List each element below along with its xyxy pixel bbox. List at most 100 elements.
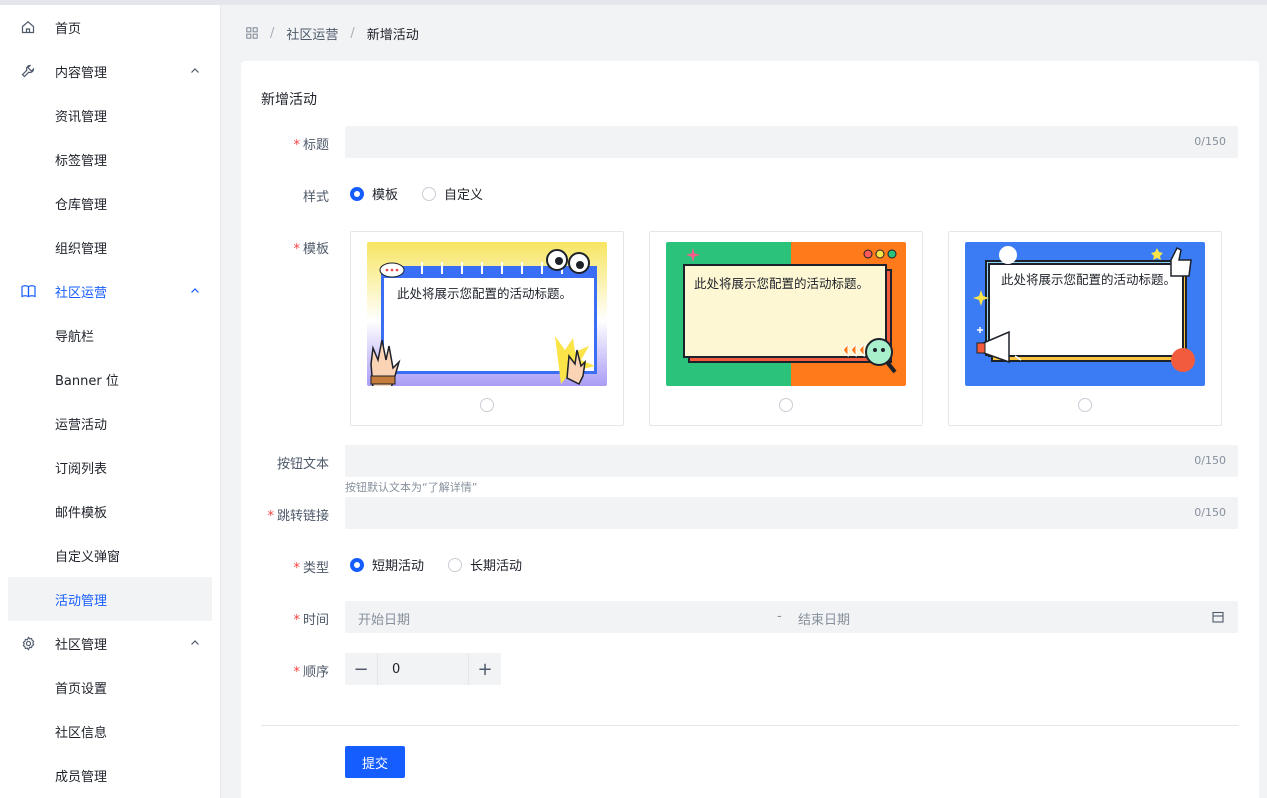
range-separator: - (777, 609, 782, 624)
type-label: * 类型 (293, 561, 329, 576)
page-title: 新增活动 (261, 92, 317, 108)
magnifier-face-icon (842, 338, 897, 374)
radio-checked[interactable] (350, 557, 364, 572)
sidebar-item-orgs[interactable]: 组织管理 (8, 225, 212, 269)
sidebar-item-ops-activity[interactable]: 运营活动 (8, 401, 212, 445)
sidebar-item-community-management[interactable]: 社区管理 (8, 621, 212, 665)
start-date-input[interactable]: 开始日期 (358, 609, 410, 628)
style-label: 样式 (302, 190, 329, 205)
sidebar-item-label: 内容管理 (55, 65, 108, 81)
radio-checked[interactable] (350, 186, 364, 201)
template-card-3[interactable]: 此处将展示您配置的活动标题。 (948, 231, 1222, 426)
button-text-input[interactable]: 0/150 (345, 445, 1238, 477)
button-text-label: 按钮文本 (276, 457, 329, 472)
sidebar-item-subscriptions[interactable]: 订阅列表 (8, 445, 212, 489)
sidebar-item-news[interactable]: 资讯管理 (8, 93, 212, 137)
title-label: * 标题 (293, 138, 329, 153)
end-date-input[interactable]: 结束日期 (798, 609, 850, 628)
sidebar-item-repos[interactable]: 仓库管理 (8, 181, 212, 225)
window-controls-icon (863, 249, 897, 259)
sidebar-item-label: 首页设置 (55, 681, 108, 697)
order-label: * 顺序 (293, 665, 329, 680)
breadcrumb-parent[interactable]: 社区运营 (286, 24, 338, 43)
speech-bubble-icon (379, 262, 405, 278)
sidebar-item-label: 运营活动 (55, 417, 108, 433)
sidebar-item-community-ops[interactable]: 社区运营 (8, 269, 212, 313)
sidebar-item-label: 成员管理 (55, 769, 108, 785)
type-option-long[interactable]: 长期活动 (448, 555, 522, 574)
template-radio-2[interactable] (779, 398, 793, 412)
template-preview-megaphone: 此处将展示您配置的活动标题。 (965, 242, 1205, 386)
radio-unchecked[interactable] (422, 186, 437, 201)
time-label: * 时间 (293, 613, 329, 628)
order-stepper: − 0 + (345, 653, 501, 685)
breadcrumb-current: 新增活动 (366, 27, 419, 43)
main-area: / 社区运营 / 新增活动 新增活动 * 标题 0/150 样式 模板 自定义 *… (222, 5, 1267, 798)
template-preview-burst: 此处将展示您配置的活动标题。 (666, 242, 906, 386)
type-option-short[interactable]: 短期活动 (350, 555, 424, 574)
sidebar-item-label: 订阅列表 (55, 461, 108, 477)
gear-icon (20, 635, 36, 651)
sidebar-item-label: 标签管理 (55, 153, 108, 169)
style-option-custom[interactable]: 自定义 (422, 184, 483, 203)
sidebar-item-email-templates[interactable]: 邮件模板 (8, 489, 212, 533)
sidebar-item-banner[interactable]: Banner 位 (8, 357, 212, 401)
sidebar-item-label: 活动管理 (55, 593, 108, 609)
sidebar-item-label: 组织管理 (55, 241, 108, 257)
sidebar-item-tags[interactable]: 标签管理 (8, 137, 212, 181)
template-radio-1[interactable] (480, 398, 494, 412)
template-card-2[interactable]: 此处将展示您配置的活动标题。 (649, 231, 923, 426)
button-text-hint: 按钮默认文本为“了解详情” (345, 481, 478, 494)
googly-eyes-icon (546, 249, 590, 274)
link-input[interactable]: 0/150 (345, 497, 1238, 529)
sidebar-item-home[interactable]: 首页 (8, 5, 212, 49)
chevron-up-icon (191, 288, 199, 293)
submit-button[interactable]: 提交 (345, 746, 405, 778)
calendar-icon (1212, 611, 1224, 623)
wrench-icon (20, 63, 36, 79)
template-card-1[interactable]: 此处将展示您配置的活动标题。 (350, 231, 624, 426)
sidebar-item-label: 社区运营 (55, 285, 108, 301)
sidebar-item-label: 导航栏 (55, 329, 95, 345)
radio-unchecked[interactable] (448, 557, 463, 572)
sidebar-item-label: 首页 (55, 21, 82, 37)
form-divider (261, 725, 1239, 726)
sidebar: 首页 内容管理 资讯管理 标签管理 仓库管理 组织管理 社区运营 导航栏 Ban… (0, 5, 221, 798)
breadcrumb: / 社区运营 / 新增活动 (246, 22, 419, 44)
link-char-count: 0/150 (1194, 506, 1226, 519)
order-value[interactable]: 0 (377, 653, 469, 685)
sidebar-item-label: 社区管理 (55, 637, 108, 653)
sidebar-item-label: Banner 位 (55, 373, 119, 389)
style-radio-group: 模板 自定义 (350, 184, 507, 203)
sidebar-item-home-settings[interactable]: 首页设置 (8, 665, 212, 709)
sidebar-item-members[interactable]: 成员管理 (8, 753, 212, 797)
breadcrumb-separator: / (350, 25, 355, 41)
title-char-count: 0/150 (1194, 135, 1226, 148)
sidebar-item-label: 自定义弹窗 (55, 549, 121, 565)
sidebar-item-community-info[interactable]: 社区信息 (8, 709, 212, 753)
link-label: * 跳转链接 (267, 509, 329, 524)
megaphone-icon (976, 330, 1025, 364)
sidebar-item-custom-popup[interactable]: 自定义弹窗 (8, 533, 212, 577)
home-icon (20, 19, 36, 35)
date-range-picker[interactable]: 开始日期 - 结束日期 (345, 601, 1238, 633)
title-input[interactable]: 0/150 (345, 126, 1238, 158)
sidebar-item-content[interactable]: 内容管理 (8, 49, 212, 93)
sidebar-item-label: 资讯管理 (55, 109, 108, 125)
template-preview-notebook: 此处将展示您配置的活动标题。 (367, 242, 607, 386)
chevron-up-icon (191, 68, 199, 73)
template-title-text: 此处将展示您配置的活动标题。 (1001, 272, 1177, 287)
sidebar-item-navbar[interactable]: 导航栏 (8, 313, 212, 357)
decrement-button[interactable]: − (345, 653, 377, 685)
sidebar-item-label: 社区信息 (55, 725, 108, 741)
apps-icon[interactable] (246, 27, 258, 39)
book-icon (20, 283, 36, 299)
style-option-template[interactable]: 模板 (350, 184, 398, 203)
button-text-char-count: 0/150 (1194, 454, 1226, 467)
increment-button[interactable]: + (469, 653, 501, 685)
template-title-text: 此处将展示您配置的活动标题。 (694, 276, 870, 291)
sidebar-item-activity-management[interactable]: 活动管理 (8, 577, 212, 621)
form-card: 新增活动 * 标题 0/150 样式 模板 自定义 * 模板 此处将展示您配置的活动… (241, 61, 1259, 798)
template-radio-3[interactable] (1078, 398, 1092, 412)
rock-hand-icon (370, 339, 401, 386)
